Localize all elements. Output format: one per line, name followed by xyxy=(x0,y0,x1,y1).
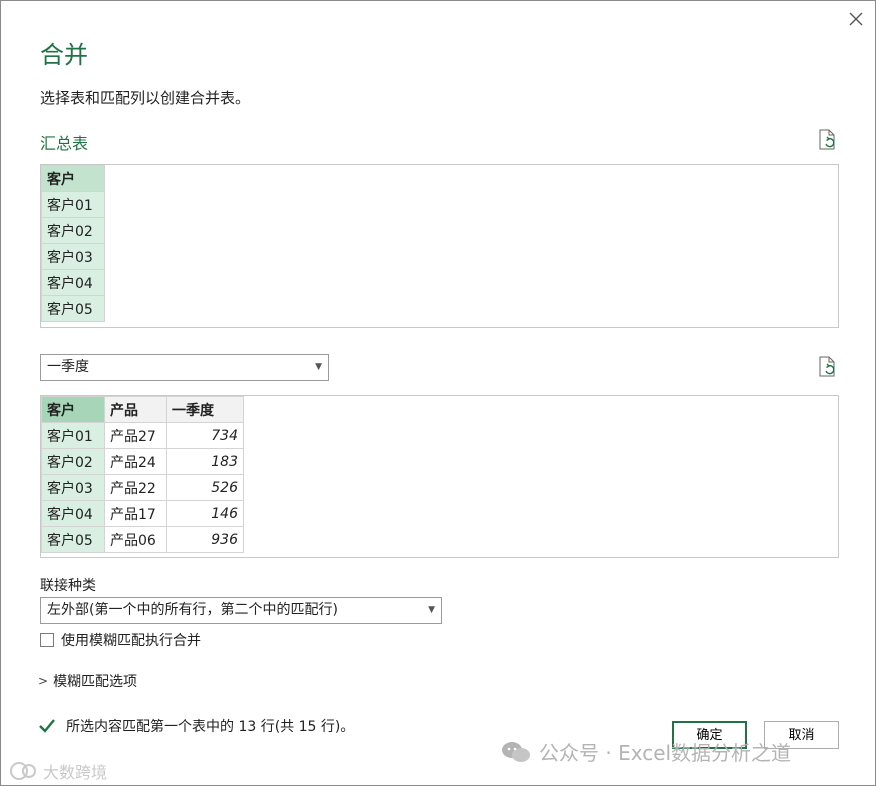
second-table-grid: 客户 产品 一季度 客户01 产品27 734 客户02 产品24 183 客户03 产品22… xyxy=(41,396,244,553)
column-header-customer[interactable]: 客户 xyxy=(41,396,105,423)
cell-customer: 客户04 xyxy=(41,269,105,296)
watermark-secondary-text: 大数跨境 xyxy=(43,763,108,782)
match-status-text: 所选内容匹配第一个表中的 13 行(共 15 行)。 xyxy=(66,719,355,735)
fuzzy-match-label[interactable]: 使用模糊匹配执行合并 xyxy=(61,630,201,650)
cell-q1: 936 xyxy=(166,526,244,553)
cell-customer: 客户02 xyxy=(41,448,105,475)
cell-product: 产品22 xyxy=(104,474,167,501)
cell-customer: 客户03 xyxy=(41,474,105,501)
cell-product: 产品24 xyxy=(104,448,167,475)
cell-q1: 183 xyxy=(166,448,244,475)
checkmark-icon xyxy=(39,719,55,733)
refresh-second-preview-icon[interactable] xyxy=(818,356,838,378)
first-table-label: 汇总表 xyxy=(40,134,89,153)
cell-product: 产品17 xyxy=(104,500,167,527)
table-row: 客户02 xyxy=(41,217,105,244)
dialog-title: 合并 xyxy=(40,41,88,69)
cell-q1: 734 xyxy=(166,422,244,449)
fuzzy-options-label: 模糊匹配选项 xyxy=(53,674,138,690)
join-kind-label: 联接种类 xyxy=(40,578,96,594)
column-header-customer[interactable]: 客户 xyxy=(41,165,105,192)
fuzzy-match-row: 使用模糊匹配执行合并 xyxy=(40,630,201,650)
cell-customer: 客户05 xyxy=(41,526,105,553)
match-status: 所选内容匹配第一个表中的 13 行(共 15 行)。 xyxy=(38,716,354,736)
chevron-down-icon: ▼ xyxy=(428,605,435,615)
watermark: 公众号 · Excel数据分析之道 xyxy=(501,737,791,766)
cell-customer: 客户05 xyxy=(41,295,105,322)
second-table-dropdown[interactable]: 一季度 ▼ xyxy=(40,354,329,381)
table-row: 客户04 xyxy=(41,269,105,296)
logo-icon xyxy=(10,762,36,780)
wechat-icon xyxy=(502,741,530,762)
cell-product: 产品27 xyxy=(104,422,167,449)
table-row: 客户01 产品27 734 xyxy=(41,422,244,449)
table-row: 客户05 xyxy=(41,295,105,322)
merge-dialog: 合并 选择表和匹配列以创建合并表。 汇总表 客户 客户01 客户02 客户03 客户0… xyxy=(0,0,876,786)
watermark-text: 公众号 · Excel数据分析之道 xyxy=(539,741,792,765)
refresh-preview-icon[interactable] xyxy=(818,129,838,151)
fuzzy-options-expander[interactable]: > 模糊匹配选项 xyxy=(38,671,137,691)
close-button[interactable] xyxy=(844,7,868,31)
table-row: 客户03 xyxy=(41,243,105,270)
column-header-product[interactable]: 产品 xyxy=(104,396,167,423)
dialog-subtitle: 选择表和匹配列以创建合并表。 xyxy=(40,89,251,107)
cell-customer: 客户04 xyxy=(41,500,105,527)
cell-customer: 客户03 xyxy=(41,243,105,270)
table-row: 客户01 xyxy=(41,191,105,218)
watermark-secondary: 大数跨境 xyxy=(9,759,107,783)
fuzzy-match-checkbox[interactable] xyxy=(40,633,54,647)
first-table-preview: 客户 客户01 客户02 客户03 客户04 客户05 xyxy=(40,164,839,328)
column-header-q1[interactable]: 一季度 xyxy=(166,396,244,423)
first-table-grid: 客户 客户01 客户02 客户03 客户04 客户05 xyxy=(41,165,105,322)
table-row: 客户05 产品06 936 xyxy=(41,526,244,553)
table-row: 客户02 产品24 183 xyxy=(41,448,244,475)
second-table-selected: 一季度 xyxy=(47,359,89,375)
cell-customer: 客户01 xyxy=(41,191,105,218)
table-row: 客户03 产品22 526 xyxy=(41,474,244,501)
second-table-preview: 客户 产品 一季度 客户01 产品27 734 客户02 产品24 183 客户03 产品22… xyxy=(40,395,839,558)
cell-q1: 526 xyxy=(166,474,244,501)
table-row: 客户04 产品17 146 xyxy=(41,500,244,527)
join-kind-dropdown[interactable]: 左外部(第一个中的所有行，第二个中的匹配行) ▼ xyxy=(40,597,442,624)
cell-q1: 146 xyxy=(166,500,244,527)
cell-customer: 客户02 xyxy=(41,217,105,244)
cell-product: 产品06 xyxy=(104,526,167,553)
chevron-right-icon: > xyxy=(38,674,49,688)
join-kind-selected: 左外部(第一个中的所有行，第二个中的匹配行) xyxy=(47,602,338,618)
cell-customer: 客户01 xyxy=(41,422,105,449)
chevron-down-icon: ▼ xyxy=(315,362,322,372)
close-icon xyxy=(849,12,863,26)
